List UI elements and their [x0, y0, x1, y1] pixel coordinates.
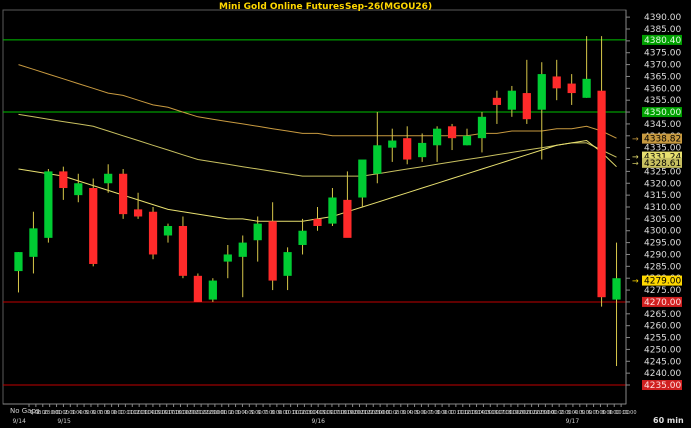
price-tick-label: 4315.00: [644, 191, 681, 201]
price-tick-label: 4370.00: [644, 61, 681, 71]
candle-body: [477, 116, 487, 139]
candle-body: [597, 90, 606, 298]
level-tag-label: 4270.00: [644, 298, 681, 308]
price-tick-label: 4275.00: [644, 286, 681, 296]
time-tick-label: 11:00: [622, 410, 636, 416]
interval-label: 60 min: [653, 416, 684, 425]
candle-body: [14, 252, 23, 272]
chart-title-product: Mini Gold Online Futures: [219, 2, 345, 12]
candle-body: [59, 171, 68, 189]
candle-body: [29, 228, 38, 257]
candle-body: [447, 126, 457, 139]
candle-body: [223, 254, 232, 262]
candle-body: [268, 221, 277, 281]
candle-body: [89, 188, 98, 264]
price-tick-label: 4250.00: [644, 345, 681, 355]
value-tag-arrow: →: [632, 135, 639, 144]
candle: [148, 207, 158, 260]
candle-body: [104, 173, 113, 184]
date-label: 9/16: [312, 418, 326, 425]
candle-body: [133, 209, 143, 217]
date-label: 9/17: [566, 418, 580, 425]
candle: [44, 169, 53, 243]
value-tag-label: 4328.61: [644, 159, 681, 169]
candle-body: [163, 225, 173, 236]
candle-body: [522, 93, 531, 120]
candle-body: [552, 76, 561, 89]
level-tag-label: 4350.00: [644, 108, 681, 118]
price-tick-label: 4300.00: [644, 227, 681, 237]
price-tick-label: 4345.00: [644, 120, 681, 130]
price-tick-label: 4385.00: [644, 25, 681, 35]
candle-body: [462, 135, 472, 146]
price-tick-label: 4365.00: [644, 72, 681, 82]
level-tag-label: 4235.00: [644, 381, 681, 391]
price-tick-label: 4265.00: [644, 310, 681, 320]
candle: [208, 278, 217, 302]
chart-title-contract: Sep-26: [345, 2, 381, 12]
price-tick-label: 4240.00: [644, 369, 681, 379]
candle-body: [313, 218, 322, 226]
candle-body: [74, 183, 83, 196]
candle-body: [238, 242, 247, 257]
candle-body: [492, 97, 502, 105]
candle-body: [328, 197, 337, 224]
price-tick-label: 4260.00: [644, 322, 681, 332]
price-tick-label: 4290.00: [644, 250, 681, 260]
value-tag-arrow: →: [632, 277, 639, 286]
price-tick-label: 4310.00: [644, 203, 681, 213]
candle-body: [298, 230, 307, 245]
price-tick-label: 4245.00: [644, 357, 681, 367]
candle-body: [567, 83, 576, 94]
candle-body: [403, 138, 412, 160]
candle-body: [343, 199, 352, 238]
candle-body: [582, 78, 591, 98]
price-tick-label: 4390.00: [644, 13, 681, 23]
price-tick-label: 4295.00: [644, 239, 681, 249]
no-gaps-label: No Gaps: [10, 407, 40, 415]
level-tag-label: 4380.40: [644, 36, 681, 46]
candle-body: [612, 278, 621, 300]
candle-body: [193, 275, 203, 302]
value-tag-label: 4338.82: [644, 135, 681, 145]
value-tag-arrow: →: [632, 159, 639, 168]
candle-body: [148, 211, 158, 255]
date-label: 9/15: [57, 418, 71, 425]
price-tick-label: 4305.00: [644, 215, 681, 225]
chart-title-symbol: (MGOU26): [380, 2, 433, 12]
candle-body: [178, 225, 188, 276]
price-chart[interactable]: 4235.00 4240.00 4245.00 4250.004255.00 4260.…: [0, 0, 691, 428]
candle-body: [418, 142, 427, 158]
price-tick-label: 4375.00: [644, 49, 681, 59]
value-tag-label: 4279.00: [644, 277, 681, 287]
candle-body: [537, 74, 546, 110]
price-tick-label: 4320.00: [644, 179, 681, 189]
candle: [119, 169, 128, 219]
candle: [89, 178, 98, 267]
candle-body: [44, 171, 53, 238]
price-tick-label: 4255.00: [644, 334, 681, 344]
candle-body: [373, 145, 382, 174]
candle-body: [507, 90, 516, 110]
candle-body: [208, 280, 217, 300]
price-tick-label: 4285.00: [644, 262, 681, 272]
candle-body: [119, 173, 128, 215]
price-tick-label: 4325.00: [644, 167, 681, 177]
candle-body: [432, 128, 442, 146]
candle-body: [358, 159, 367, 198]
candle: [193, 273, 203, 302]
candle-body: [388, 140, 397, 148]
candle-body: [253, 223, 262, 241]
price-tick-label: 4355.00: [644, 96, 681, 106]
date-label: 9/14: [12, 418, 26, 425]
price-tick-label: 4360.00: [644, 84, 681, 94]
candle-body: [283, 252, 292, 276]
